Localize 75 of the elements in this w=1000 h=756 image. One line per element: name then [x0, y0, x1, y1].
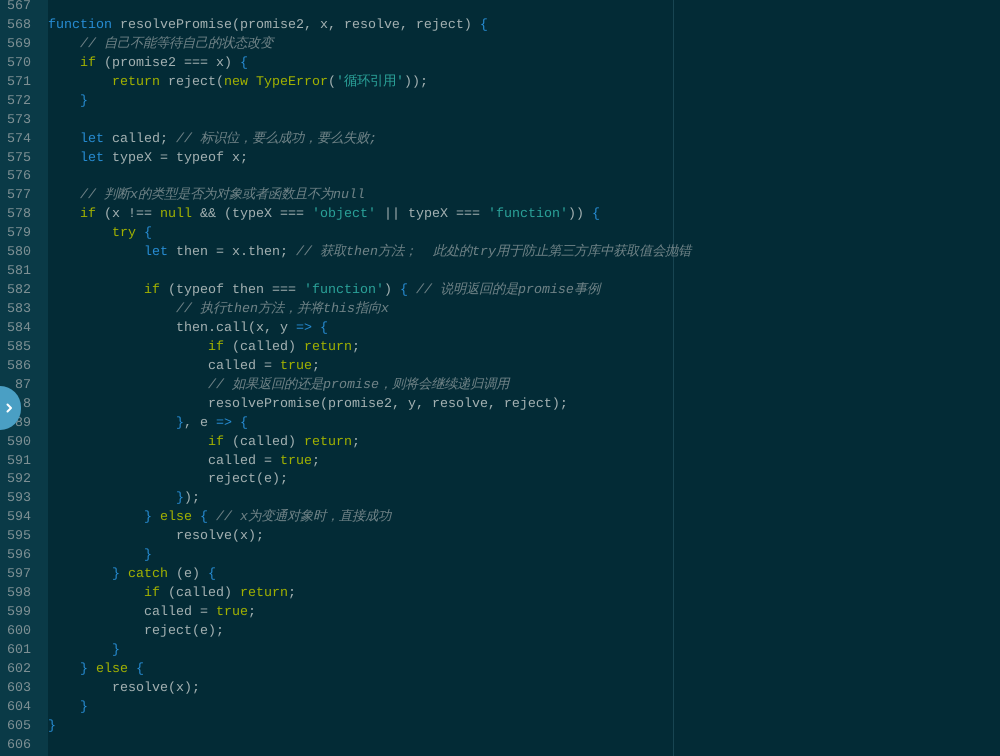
line-number: 603: [7, 680, 31, 696]
code-line: resolve(x);: [176, 528, 264, 546]
code-line: try {: [112, 225, 152, 244]
code-line: return reject(new TypeError('循环引用'));: [112, 74, 428, 92]
code-line: } else { // x为变通对象时，直接成功: [144, 509, 391, 528]
line-number: 579: [7, 226, 31, 242]
code-line: let then = x.then; // 获取then方法； 此处的try用于防止第三方库中获取值会抛错: [144, 244, 691, 262]
code-line: called = true;: [144, 604, 256, 622]
code-line: // 自己不能等待自己的状态改变: [80, 36, 273, 54]
code-line: }: [112, 642, 120, 660]
code-line: // 如果返回的还是promise，则将会继续递归调用: [208, 376, 509, 395]
code-line: if (promise2 === x) {: [80, 54, 248, 73]
line-number: 569: [7, 36, 31, 52]
line-number: 576: [7, 169, 31, 184]
code-line: } else {: [80, 660, 144, 679]
code-line: } catch (e) {: [112, 566, 216, 584]
line-number: 580: [7, 245, 31, 260]
code-line: }: [80, 92, 88, 111]
line-number: 586: [7, 358, 31, 374]
line-number: 592: [7, 472, 31, 488]
line-number: 573: [7, 112, 31, 128]
line-number: 606: [7, 738, 31, 753]
code-line: called = true;: [208, 452, 320, 470]
line-number: 568: [7, 18, 31, 33]
line-number: 602: [7, 662, 31, 677]
line-number: 577: [7, 188, 31, 204]
code-line: });: [176, 490, 200, 508]
code-line: let called; // 标识位，要么成功，要么失败;: [80, 130, 377, 149]
code-line: let typeX = typeof x;: [80, 150, 248, 168]
code-line: reject(e);: [144, 622, 224, 641]
line-number: 572: [7, 94, 31, 109]
code-line: if (called) return;: [208, 338, 360, 357]
line-number: 585: [7, 340, 31, 355]
line-number: 598: [7, 586, 31, 602]
line-number: 594: [7, 510, 31, 526]
code-line: }: [80, 698, 88, 717]
code-line: resolvePromise(promise2, y, resolve, reject);: [208, 396, 568, 414]
line-number: 604: [7, 700, 31, 715]
chevron-right-icon: [6, 403, 12, 413]
line-number: 571: [7, 74, 31, 90]
code-line: if (typeof then === 'function') { // 说明返回的是promise事例: [144, 282, 600, 300]
code-line: }: [48, 718, 56, 736]
line-number: 583: [7, 302, 31, 317]
line-number: 8: [23, 396, 31, 412]
code-line: // 判断x的类型是否为对象或者函数且不为null: [80, 187, 365, 206]
code-line: function resolvePromise(promise2, x, resolve, reject) {: [48, 16, 488, 35]
code-line: }, e => {: [176, 414, 248, 433]
line-number: 584: [7, 320, 31, 336]
line-number: 87: [15, 378, 31, 393]
line-number: 581: [7, 264, 31, 280]
line-number: 601: [7, 642, 31, 658]
code-line: called = true;: [208, 358, 320, 376]
code-line: // 执行then方法，并将this指向x: [176, 301, 389, 319]
line-number: 570: [7, 56, 31, 71]
line-number: 595: [7, 529, 31, 544]
code-line: then.call(x, y => {: [176, 320, 328, 338]
line-number: 574: [7, 132, 31, 147]
code-line: }: [144, 547, 152, 566]
line-number: 600: [7, 624, 31, 639]
code-line: reject(e);: [208, 471, 288, 490]
line-number: 575: [7, 150, 31, 166]
code-line: if (called) return;: [144, 585, 296, 604]
line-number: 591: [7, 454, 31, 468]
line-number: 578: [7, 207, 31, 222]
line-number: 605: [7, 718, 31, 734]
line-number: 596: [7, 548, 31, 564]
line-number: 599: [7, 605, 31, 620]
line-number: 593: [7, 491, 31, 506]
line-number: 582: [7, 283, 31, 298]
line-number: 590: [7, 434, 31, 450]
code-line: if (called) return;: [208, 434, 360, 452]
code-line: resolve(x);: [112, 680, 200, 698]
line-number: 597: [7, 567, 31, 582]
code-line: if (x !== null && (typeX === 'object' || typeX === 'function')) {: [80, 206, 600, 224]
line-number: 567: [7, 0, 31, 14]
